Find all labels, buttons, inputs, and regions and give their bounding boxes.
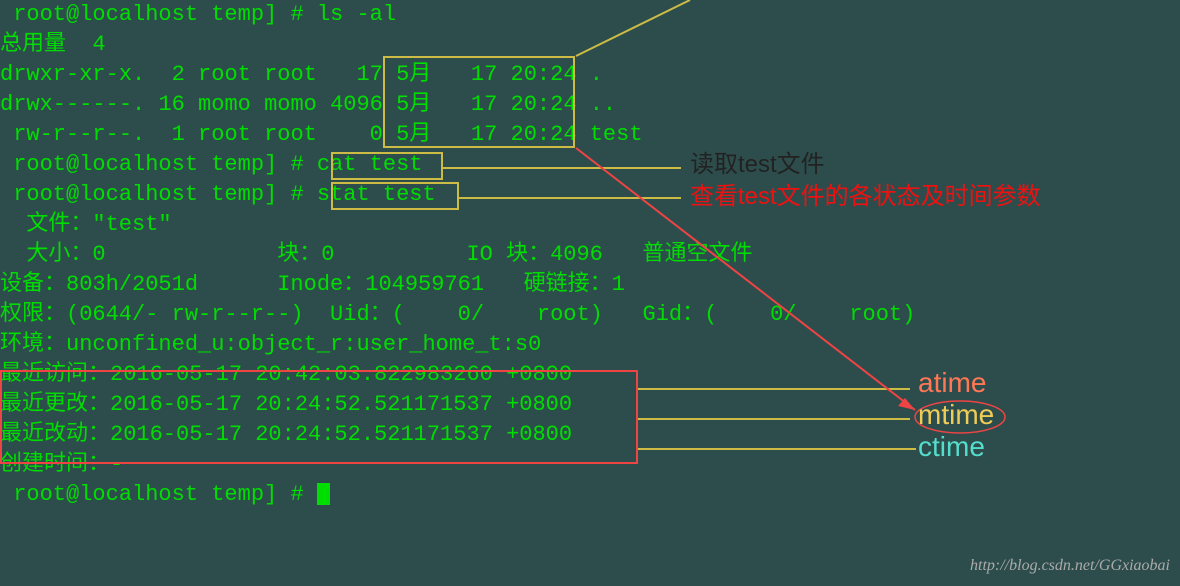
links: 16	[158, 92, 184, 117]
annotation-ctime: ctime	[918, 432, 985, 462]
prompt-line: root@localhost temp] # cat test	[0, 150, 1180, 180]
highlight-box-date	[383, 56, 575, 148]
perm: drwxr-xr-x.	[0, 62, 145, 87]
filename: ..	[590, 92, 616, 117]
stat-size: 大小：0 块：0 IO 块：4096 普通空文件	[0, 240, 1180, 270]
stat-file: 文件："test"	[0, 210, 1180, 240]
ls-row: drwx------. 16 momo momo 4096 5月 17 20:2…	[0, 90, 1180, 120]
filename: test	[590, 122, 643, 147]
cursor-icon	[317, 483, 330, 505]
size: 17	[330, 62, 383, 87]
annotation-mtime: mtime	[918, 400, 994, 430]
annotation-read-file: 读取test文件	[690, 150, 825, 180]
size: 0	[330, 122, 383, 147]
prompt: root@localhost temp] #	[0, 182, 317, 207]
prompt-line: root@localhost temp] # ls -al	[0, 0, 1180, 30]
annotation-atime: atime	[918, 368, 986, 398]
annotation-check-stat: 查看test文件的各状态及时间参数	[690, 182, 1041, 212]
perm: rw-r--r--.	[0, 122, 145, 147]
connector-line	[638, 388, 910, 390]
prompt-line[interactable]: root@localhost temp] #	[0, 480, 1180, 510]
ls-total: 总用量 4	[0, 30, 1180, 60]
perm: drwx------.	[0, 92, 145, 117]
group: root	[264, 62, 317, 87]
group: momo	[264, 92, 317, 117]
connector-line	[459, 197, 681, 199]
size: 4096	[330, 92, 383, 117]
stat-env: 环境：unconfined_u:object_r:user_home_t:s0	[0, 330, 1180, 360]
watermark: http://blog.csdn.net/GGxiaobai	[970, 551, 1170, 581]
links: 1	[158, 122, 184, 147]
highlight-box-stat	[331, 182, 459, 210]
prompt: root@localhost temp] #	[0, 152, 317, 177]
stat-device: 设备：803h/2051d Inode：104959761 硬链接：1	[0, 270, 1180, 300]
highlight-box-cat	[331, 152, 443, 180]
filename: .	[590, 62, 603, 87]
owner: root	[198, 122, 251, 147]
connector-line	[638, 448, 916, 450]
connector-line	[443, 167, 681, 169]
owner: momo	[198, 92, 251, 117]
group: root	[264, 122, 317, 147]
stat-perm: 权限：(0644/- rw-r--r--) Uid：( 0/ root) Gid…	[0, 300, 1180, 330]
links: 2	[158, 62, 184, 87]
connector-line	[638, 418, 910, 420]
ls-row: rw-r--r--. 1 root root 0 5月 17 20:24 tes…	[0, 120, 1180, 150]
owner: root	[198, 62, 251, 87]
highlight-box-times	[0, 370, 638, 464]
ls-row: drwxr-xr-x. 2 root root 17 5月 17 20:24 .	[0, 60, 1180, 90]
prompt: root@localhost temp] #	[0, 482, 317, 507]
